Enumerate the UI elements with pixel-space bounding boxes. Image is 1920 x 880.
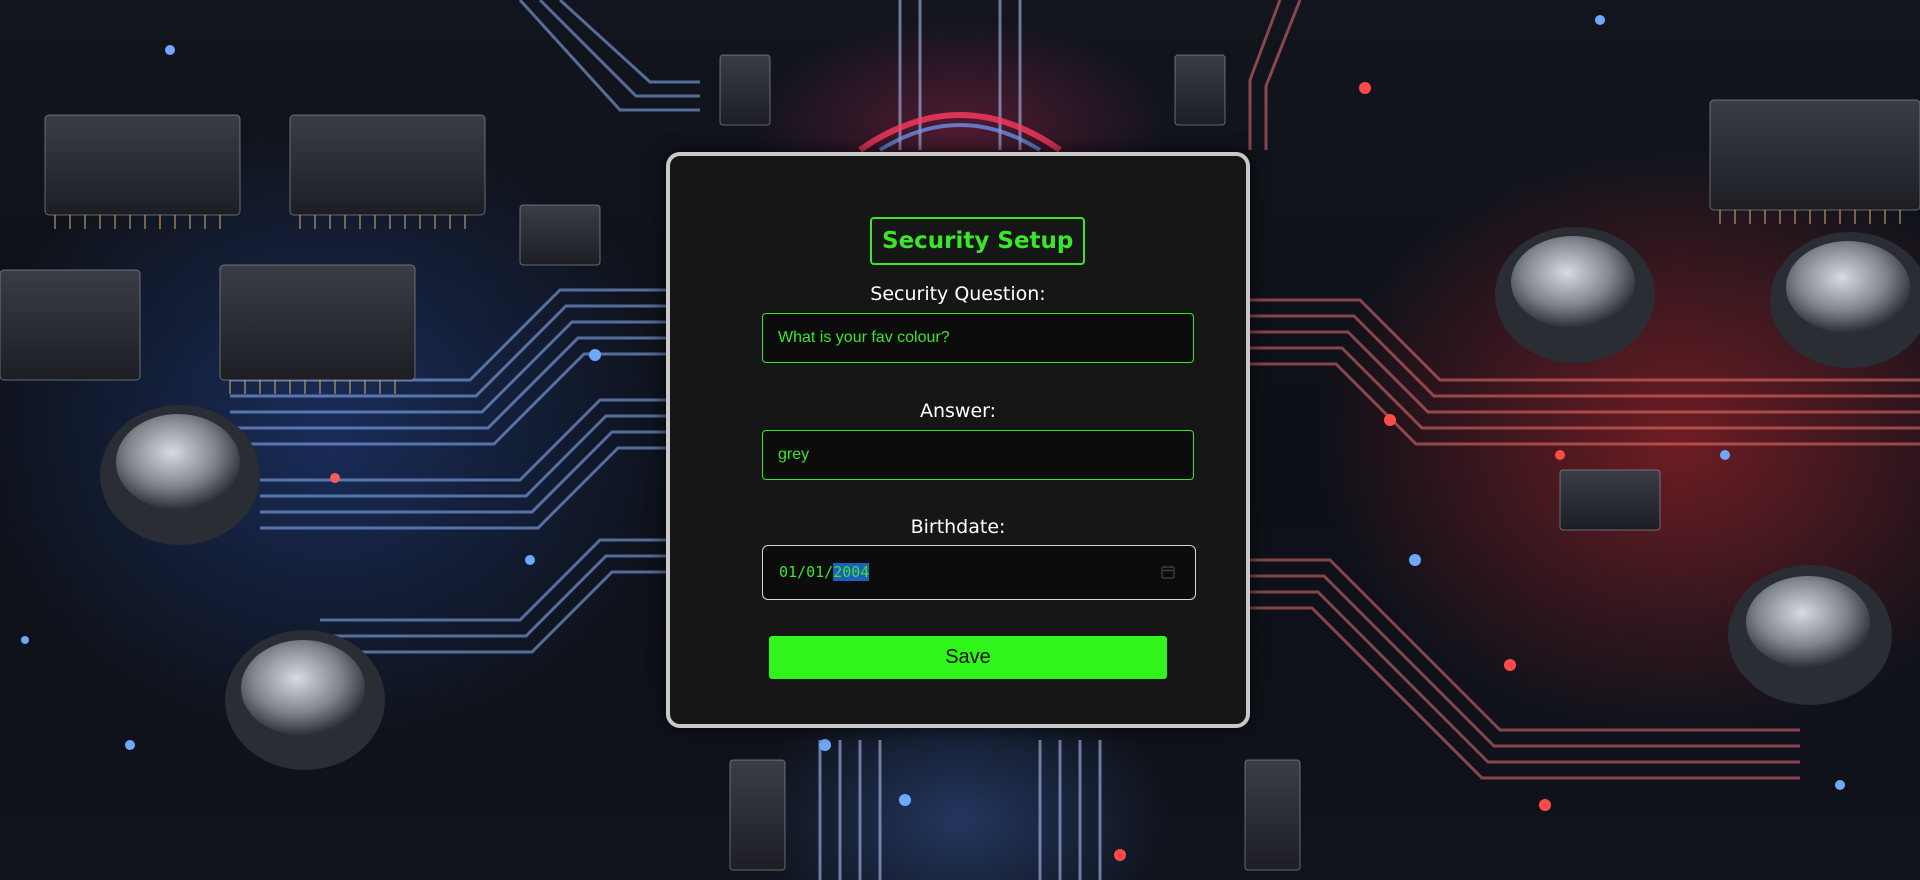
card-title: Security Setup [870, 217, 1086, 265]
birthdate-input[interactable]: 01/01/2004 [762, 545, 1196, 600]
answer-input[interactable] [762, 430, 1194, 480]
date-separator: / [797, 563, 807, 581]
birthdate-label: Birthdate: [910, 516, 1006, 538]
security-question-label: Security Question: [870, 283, 1046, 305]
date-separator: / [824, 563, 834, 581]
security-setup-card: Security Setup Security Question: Answer… [666, 152, 1250, 728]
security-question-input[interactable] [762, 313, 1194, 363]
birthdate-value: 01/01/2004 [779, 546, 870, 598]
birthdate-day[interactable]: 01 [806, 563, 824, 581]
birthdate-year[interactable]: 2004 [833, 563, 870, 581]
save-button[interactable]: Save [769, 636, 1167, 679]
answer-label: Answer: [919, 400, 997, 422]
calendar-icon[interactable] [1161, 565, 1175, 579]
birthdate-month[interactable]: 01 [779, 563, 797, 581]
